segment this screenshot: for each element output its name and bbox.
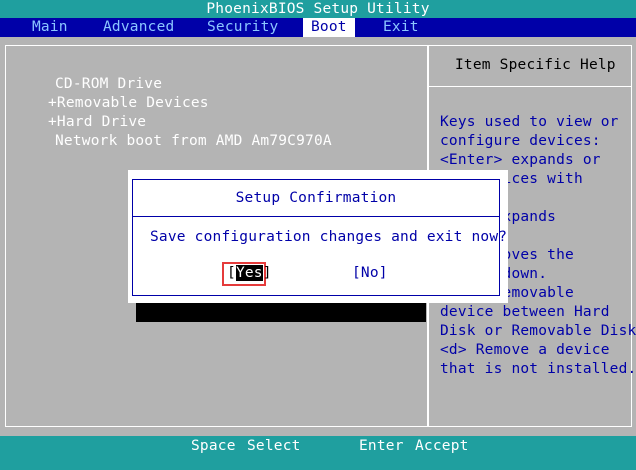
menu-security[interactable]: Security: [199, 18, 286, 37]
boot-item-hard-drive[interactable]: +Hard Drive: [48, 113, 146, 132]
status-action-select: Select: [247, 438, 301, 454]
dialog-divider: [132, 216, 500, 217]
dialog-title: Setup Confirmation: [235, 190, 397, 206]
yes-button[interactable]: [Yes]: [227, 264, 272, 283]
yes-bracket-open: [: [227, 265, 236, 281]
help-line: Keys used to view or: [440, 114, 619, 130]
help-line: Disk or Removable Disk: [440, 323, 636, 339]
status-key-space: Space: [191, 438, 236, 454]
boot-item-cdrom[interactable]: CD-ROM Drive: [55, 75, 162, 94]
help-line: <d> Remove a device: [440, 342, 610, 358]
menu-advanced[interactable]: Advanced: [95, 18, 182, 37]
status-action-accept: Accept: [415, 438, 469, 454]
help-divider: [427, 86, 632, 87]
no-button[interactable]: [No]: [352, 264, 388, 283]
help-line: configure devices:: [440, 133, 601, 149]
status-bar: [0, 436, 636, 470]
yes-label: Yes: [235, 265, 263, 281]
help-line: <Enter> expands or: [440, 152, 601, 168]
status-key-enter: Enter: [359, 438, 404, 454]
menu-main[interactable]: Main: [24, 18, 76, 37]
help-line: device between Hard: [440, 304, 610, 320]
help-line: that is not installed.: [440, 361, 636, 377]
menu-exit[interactable]: Exit: [375, 18, 427, 37]
dialog-message: Save configuration changes and exit now?: [150, 229, 508, 245]
app-title: PhoenixBIOS Setup Utility: [206, 1, 430, 17]
help-title: Item Specific Help: [455, 57, 616, 73]
boot-item-removable[interactable]: +Removable Devices: [48, 94, 209, 113]
boot-item-network[interactable]: Network boot from AMD Am79C970A: [55, 132, 332, 151]
menu-boot[interactable]: Boot: [303, 18, 355, 37]
yes-bracket-close: ]: [262, 265, 272, 281]
dialog-shadow: [136, 300, 426, 322]
